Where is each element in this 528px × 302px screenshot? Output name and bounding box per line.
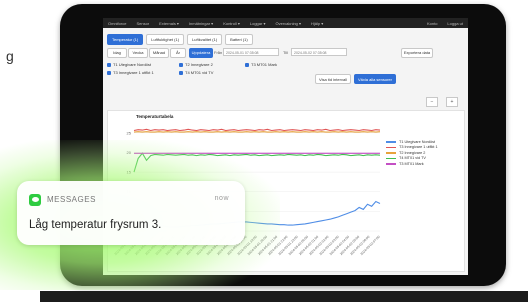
from-date-input[interactable]: 2024-05-01 07:35:08 xyxy=(223,48,279,56)
notification-message: Låg temperatur frysrum 3. xyxy=(29,219,162,231)
legend-swatch xyxy=(386,141,396,143)
legend-swatch xyxy=(386,163,396,165)
sensor-checkbox-list: T1 Utegivare Nordöst T2 Innegivare 2 T3 … xyxy=(107,62,307,84)
week-button[interactable]: Vecka xyxy=(128,48,148,58)
nav-item-sensor[interactable]: Sensor xyxy=(131,21,154,26)
legend-label: T3 MT01 Mark xyxy=(399,161,424,166)
sensor-checkbox[interactable]: T3 MT01 Mark xyxy=(245,62,277,67)
series-line xyxy=(133,128,381,132)
nav-item-control[interactable]: Kontroll ▾ xyxy=(218,21,245,26)
legend-label: T3 Innegivare 1 utflkt 1 xyxy=(399,145,438,150)
toggle-all-sensors-button[interactable]: Växla alla sensorer xyxy=(353,74,396,84)
legend-label: T2 Innegivare 2 xyxy=(399,150,426,155)
chart-legend: T1 Utegivare Nordöst T3 Innegivare 1 utfl… xyxy=(386,139,464,167)
nav-logout[interactable]: Logga ut xyxy=(442,21,468,26)
sensor-checkbox[interactable]: T4 MT01 vid TV xyxy=(179,70,213,75)
partial-text: g xyxy=(6,48,14,64)
tab-humidity[interactable]: Luftfuktighet (1) xyxy=(146,34,185,45)
sensor-checkbox[interactable]: T3 Innegivare 1 utflkt 1 xyxy=(107,70,154,75)
legend-swatch xyxy=(386,157,396,159)
checkbox-checked-icon xyxy=(179,70,183,75)
to-label: Till xyxy=(283,50,288,55)
sensor-checkbox[interactable]: T2 Innegivare 2 xyxy=(179,62,213,67)
nav-item-measurements[interactable]: Inmätningar ▾ xyxy=(184,21,218,26)
sensor-type-tabs: Temperatur (1) Luftfuktighet (1) Luftkva… xyxy=(107,34,253,45)
zoom-in-button[interactable]: + xyxy=(446,97,458,107)
top-navbar: Omniforce Sensor Externals ▾ Inmätningar… xyxy=(103,18,468,28)
sensor-checkbox[interactable]: T1 Utegivare Nordöst xyxy=(107,62,151,67)
update-button[interactable]: Uppdatera xyxy=(189,48,213,58)
from-label: Från xyxy=(214,50,223,55)
today-button[interactable]: Idag xyxy=(107,48,127,58)
tab-battery[interactable]: Batteri (1) xyxy=(225,34,253,45)
nav-brand[interactable]: Omniforce xyxy=(103,21,131,26)
nav-item-help[interactable]: Hjälp ▾ xyxy=(306,21,328,26)
tab-air-quality[interactable]: Luftkvalitet (1) xyxy=(187,34,223,45)
zoom-out-button[interactable]: − xyxy=(426,97,438,107)
notification-app-name: MESSAGES xyxy=(47,195,96,204)
messages-app-icon xyxy=(29,194,41,206)
nav-item-monitoring[interactable]: Övervakning ▾ xyxy=(270,21,306,26)
legend-label: T4 MT01 vid TV xyxy=(399,156,426,161)
legend-label: T1 Utegivare Nordöst xyxy=(399,139,436,144)
y-tick-label: 25 xyxy=(127,130,132,135)
nav-account[interactable]: Konto xyxy=(422,21,442,26)
legend-swatch xyxy=(386,152,396,154)
export-button[interactable]: Exportera data xyxy=(401,48,433,58)
checkbox-checked-icon xyxy=(107,70,111,75)
legend-item[interactable]: T3 MT01 Mark xyxy=(386,161,464,167)
date-controls: Idag Vecka Månad År Uppdatera Från 2024-… xyxy=(107,48,465,58)
sensor-actions: Visa tid intervall Växla alla sensorer xyxy=(315,74,396,84)
checkbox-checked-icon xyxy=(179,62,183,67)
month-button[interactable]: Månad xyxy=(149,48,169,58)
notification-time: now xyxy=(214,195,229,202)
show-interval-button[interactable]: Visa tid intervall xyxy=(315,74,351,84)
year-button[interactable]: År xyxy=(170,48,186,58)
nav-item-externals[interactable]: Externals ▾ xyxy=(154,21,184,26)
message-notification[interactable]: MESSAGES now Låg temperatur frysrum 3. xyxy=(17,181,245,245)
tab-temperature[interactable]: Temperatur (1) xyxy=(107,34,144,45)
legend-swatch xyxy=(386,146,396,148)
to-date-input[interactable]: 2024-05-02 07:35:08 xyxy=(291,48,347,56)
checkbox-checked-icon xyxy=(245,62,249,67)
checkbox-checked-icon xyxy=(107,62,111,67)
laptop-base xyxy=(40,291,528,302)
nav-item-logs[interactable]: Loggar ▾ xyxy=(245,21,271,26)
